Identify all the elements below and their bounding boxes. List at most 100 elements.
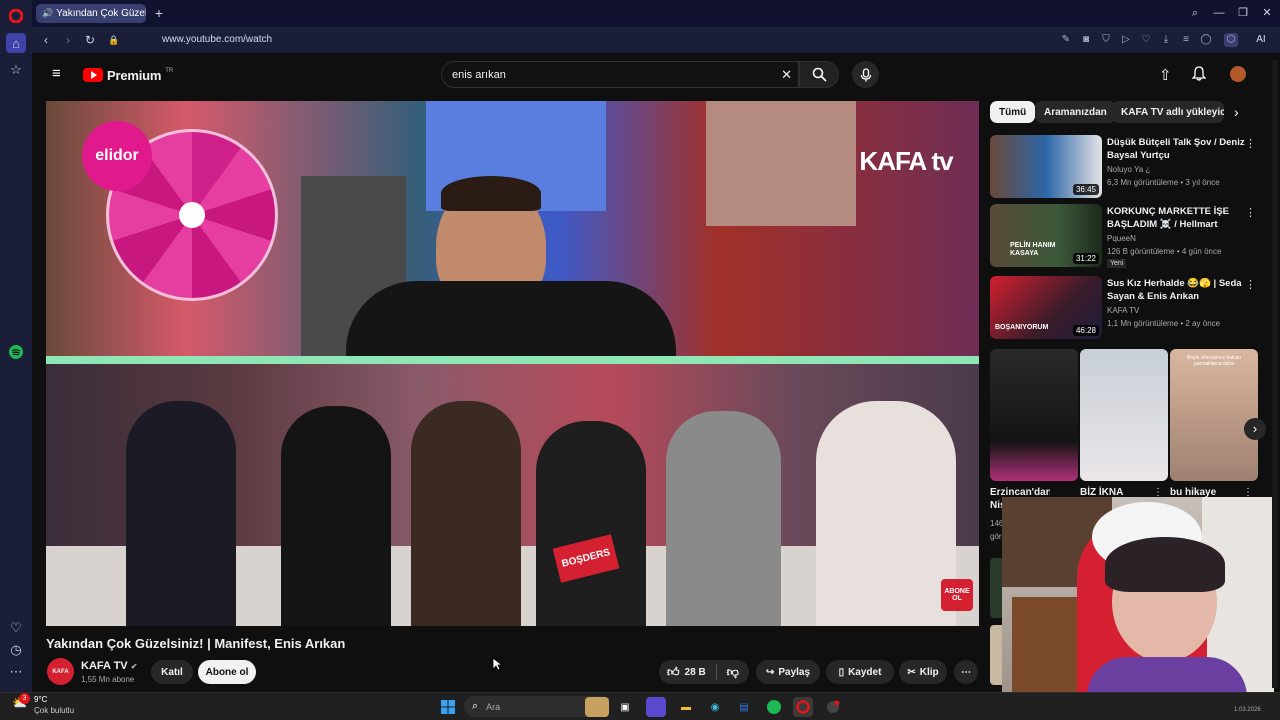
rec-thumbnail[interactable]: BOŞANIYORUM 46:28: [990, 276, 1102, 339]
opera-taskbar-icon[interactable]: [793, 697, 813, 717]
rec-item[interactable]: BOŞANIYORUM 46:28 Sus Kız Herhalde 😂🫣 | …: [990, 276, 1260, 340]
video-player[interactable]: elidor KAFA tv BOŞDERS ABONE OL: [46, 101, 979, 626]
opera-logo-icon[interactable]: [6, 6, 26, 26]
user-avatar[interactable]: [1230, 66, 1246, 82]
thumbs-down-icon[interactable]: 👎︎: [727, 665, 739, 680]
copilot-icon[interactable]: [646, 697, 666, 717]
taskbar-date: 1.03.2026: [1234, 707, 1261, 713]
hamburger-menu-icon[interactable]: ≡: [52, 66, 68, 82]
youtube-premium-logo[interactable]: Premium TR: [83, 67, 173, 83]
download-icon[interactable]: ⤓: [1159, 33, 1173, 47]
rec-thumbnail-partial[interactable]: [990, 558, 1002, 618]
short-thumbnail[interactable]: [1080, 349, 1168, 481]
task-view-icon[interactable]: ▣: [615, 697, 635, 717]
close-window-button[interactable]: ✕: [1259, 5, 1275, 21]
rec-item[interactable]: 36:45 Düşük Bütçeli Talk Şov / Deniz Bay…: [990, 135, 1260, 199]
elidor-text: elidor: [95, 147, 139, 164]
rec-thumb-overlay: PELİN HANIM KASAYA: [1010, 242, 1056, 257]
app-taskbar-icon[interactable]: [823, 697, 843, 717]
host-jacket: [346, 281, 676, 356]
search-box[interactable]: enis arıkan ✕: [441, 61, 799, 88]
channel-name-wrap[interactable]: KAFA TV ✔: [81, 660, 137, 672]
rec-thumbnail-partial[interactable]: [990, 625, 1002, 685]
rec-channel[interactable]: Noluyo Ya ¿: [1107, 165, 1150, 174]
create-upload-icon[interactable]: ⇧: [1159, 66, 1172, 84]
tab-title: Yakından Çok Güzelsin: [56, 8, 146, 19]
rec-thumbnail[interactable]: 36:45: [990, 135, 1102, 198]
rec-title[interactable]: KORKUNÇ MARKETTE İŞE BAŞLADIM ☠️ / Hellm…: [1107, 205, 1247, 231]
profile-icon[interactable]: ◯: [1199, 33, 1213, 47]
chevron-right-icon[interactable]: ›: [1234, 104, 1239, 120]
rec-item[interactable]: PELİN HANIM KASAYA 31:22 KORKUNÇ MARKETT…: [990, 204, 1260, 268]
camera-icon[interactable]: ◙: [1079, 33, 1093, 47]
chip-uploader[interactable]: KAFA TV adlı yükleyiciden: [1112, 101, 1224, 123]
file-explorer-icon[interactable]: ▬: [676, 697, 696, 717]
page-scrollbar[interactable]: [1272, 60, 1278, 688]
spotify-taskbar-icon[interactable]: [764, 697, 784, 717]
rec-thumbnail[interactable]: PELİN HANIM KASAYA 31:22: [990, 204, 1102, 267]
extension-icon[interactable]: ⬡: [1224, 33, 1238, 47]
more-actions-button[interactable]: ⋯: [954, 660, 978, 684]
ai-button[interactable]: AI: [1246, 33, 1276, 47]
rec-channel[interactable]: KAFA TV: [1107, 306, 1139, 315]
windows-start-icon[interactable]: [438, 697, 458, 717]
star-icon[interactable]: ☆: [6, 60, 26, 80]
heart-outline-icon[interactable]: ♡: [1139, 33, 1153, 47]
play-icon[interactable]: ▷: [1119, 33, 1133, 47]
rec-title[interactable]: Düşük Bütçeli Talk Şov / Deniz Baysal Yu…: [1107, 136, 1247, 162]
more-icon[interactable]: ⋯: [6, 662, 26, 682]
minimize-button[interactable]: —: [1211, 5, 1227, 21]
notifications-bell-icon[interactable]: [1191, 66, 1207, 84]
rec-title[interactable]: Sus Kız Herhalde 😂🫣 | Seda Sayan & Enis …: [1107, 277, 1247, 303]
forward-icon[interactable]: ›: [60, 32, 76, 48]
chip-all[interactable]: Tümü: [990, 101, 1036, 123]
shorts-next-icon[interactable]: ›: [1244, 418, 1266, 440]
weather-temp[interactable]: 9°C: [34, 695, 47, 704]
url-field[interactable]: www.youtube.com/watch: [162, 34, 272, 45]
windows-taskbar: ⛅ 3 9°C Çok bulutlu ⌕ Ara ▣ ▬ ◉ ▤ 1.03.2…: [0, 692, 1280, 720]
subscribe-button[interactable]: Abone ol: [198, 660, 256, 684]
tab-active[interactable]: 🔊 Yakından Çok Güzelsin: [36, 4, 146, 23]
heart-icon[interactable]: ♡: [6, 618, 26, 638]
channel-avatar[interactable]: KAFA: [47, 658, 74, 685]
voice-search-button[interactable]: [852, 61, 879, 88]
kafa-tv-logo-text: KAFA tv: [859, 145, 953, 176]
speaker-icon: 🔊: [42, 8, 54, 18]
logo-country: TR: [165, 68, 174, 74]
short-thumbnail[interactable]: [990, 349, 1078, 481]
clip-button[interactable]: ✂ Klip: [899, 660, 947, 684]
chip-from-search[interactable]: Aramanızdan: [1035, 101, 1116, 123]
edge-icon[interactable]: ◉: [705, 697, 725, 717]
join-button[interactable]: Katıl: [151, 660, 193, 684]
rec-more-icon[interactable]: ⋮: [1245, 278, 1256, 291]
search-input[interactable]: enis arıkan: [452, 69, 506, 81]
guest-6: [816, 401, 956, 626]
channel-name[interactable]: KAFA TV: [81, 660, 128, 672]
shield-icon[interactable]: ⛉: [1099, 33, 1113, 47]
save-button[interactable]: ▯ Kaydet: [826, 660, 894, 684]
spotify-icon[interactable]: [6, 342, 26, 362]
mic-icon: [860, 67, 871, 81]
rec-channel[interactable]: PqueeN: [1107, 234, 1136, 243]
rec-duration: 31:22: [1072, 253, 1099, 264]
share-button[interactable]: ↪ Paylaş: [756, 660, 820, 684]
weather-desc[interactable]: Çok bulutlu: [34, 706, 74, 715]
scissors-icon: ✂: [907, 666, 916, 678]
store-icon[interactable]: ▤: [734, 697, 754, 717]
clear-search-icon[interactable]: ✕: [781, 67, 792, 83]
search-button[interactable]: [799, 61, 839, 88]
history-icon[interactable]: ◷: [6, 640, 26, 660]
short-thumbnail[interactable]: Boyle sileceyince kalcan parmaklarca dah…: [1170, 349, 1258, 481]
webcam-overlay: [1002, 497, 1274, 709]
reload-icon[interactable]: ↻: [82, 32, 98, 48]
rec-more-icon[interactable]: ⋮: [1245, 206, 1256, 219]
menu-icon[interactable]: ≡: [1179, 33, 1193, 47]
new-tab-button[interactable]: +: [152, 6, 166, 20]
back-icon[interactable]: ‹: [38, 32, 54, 48]
edit-icon[interactable]: ✎: [1059, 33, 1073, 47]
maximize-button[interactable]: ❐: [1235, 5, 1251, 21]
home-icon[interactable]: ⌂: [6, 33, 26, 53]
like-button[interactable]: 👍︎ 28 B: [667, 665, 706, 680]
search-tabs-icon[interactable]: ⌕: [1187, 5, 1203, 21]
rec-more-icon[interactable]: ⋮: [1245, 137, 1256, 150]
